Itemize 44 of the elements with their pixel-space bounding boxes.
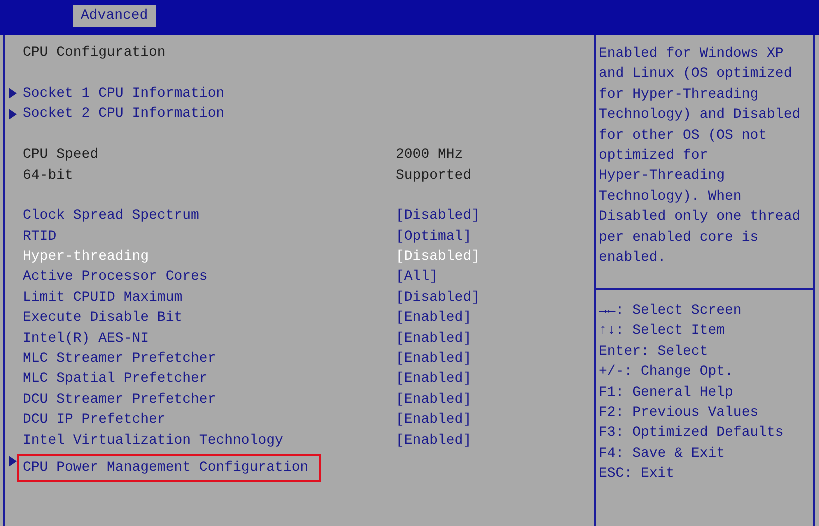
menu-item[interactable]: MLC Spatial Prefetcher <box>23 369 396 390</box>
section-title: CPU Configuration <box>22 44 167 63</box>
key-hint: ESC: Exit <box>599 465 676 484</box>
option-value[interactable]: [Optimal] <box>396 226 472 247</box>
menu-item[interactable]: Socket 2 CPU Information <box>23 104 396 124</box>
option-value[interactable]: [Enabled] <box>396 308 472 328</box>
menu-item[interactable]: DCU IP Prefetcher <box>23 410 396 430</box>
submenu-arrow-icon <box>9 456 17 466</box>
info-label: CPU Speed <box>23 146 100 166</box>
menu-item[interactable]: Limit CPUID Maximum <box>23 288 396 308</box>
menu-item[interactable]: MLC Streamer Prefetcher <box>23 349 396 370</box>
help-text: Enabled for Windows XP and Linux (OS optimized for Hyper-Threading Technology) and Disabled for other OS (OS not optimized for Hyper-Threading Technology). When Disabled only one thread per enabled core is enabled. <box>598 45 802 268</box>
option-value[interactable]: [Disabled] <box>396 288 480 308</box>
menu-item[interactable]: CPU Power Management Configuration <box>17 454 321 482</box>
menu-item[interactable]: RTID <box>23 226 396 247</box>
key-hint: F4: Save & Exit <box>599 444 726 464</box>
menu-item[interactable]: Intel(R) AES-NI <box>23 328 396 349</box>
info-value: Supported <box>396 166 472 186</box>
key-hint: +/-: Change Opt. <box>599 363 734 382</box>
key-hint: F1: General Help <box>599 384 734 403</box>
key-hint: F3: Optimized Defaults <box>599 424 785 444</box>
submenu-arrow-icon <box>9 88 17 100</box>
key-hint: Enter: Select <box>599 342 710 362</box>
submenu-arrow-icon <box>9 108 17 120</box>
tab[interactable]: Advanced <box>73 5 156 27</box>
option-value[interactable]: [Enabled] <box>396 430 472 451</box>
option-value[interactable]: [Disabled] <box>396 206 480 226</box>
menu-item[interactable]: Active Processor Cores <box>23 267 396 288</box>
key-hint: ↑↓: Select Item <box>599 322 726 342</box>
menu-item[interactable]: Socket 1 CPU Information <box>23 84 396 104</box>
option-value[interactable]: [All] <box>396 267 438 288</box>
info-value: 2000 MHz <box>396 146 464 166</box>
menu-item[interactable]: DCU Streamer Prefetcher <box>23 390 396 410</box>
option-value[interactable]: [Enabled] <box>396 369 472 390</box>
key-hint: F2: Previous Values <box>599 404 760 424</box>
option-value[interactable]: [Enabled] <box>396 390 472 410</box>
menu-item[interactable]: Clock Spread Spectrum <box>23 206 396 226</box>
option-value[interactable]: [Enabled] <box>396 410 472 430</box>
menu-item[interactable]: Execute Disable Bit <box>23 308 396 328</box>
menu-item[interactable]: Intel Virtualization Technology <box>23 430 396 451</box>
info-label: 64-bit <box>23 166 74 186</box>
option-value[interactable]: [Enabled] <box>396 349 472 370</box>
option-value[interactable]: [Enabled] <box>396 328 472 349</box>
key-hint: →←: Select Screen <box>599 302 743 321</box>
